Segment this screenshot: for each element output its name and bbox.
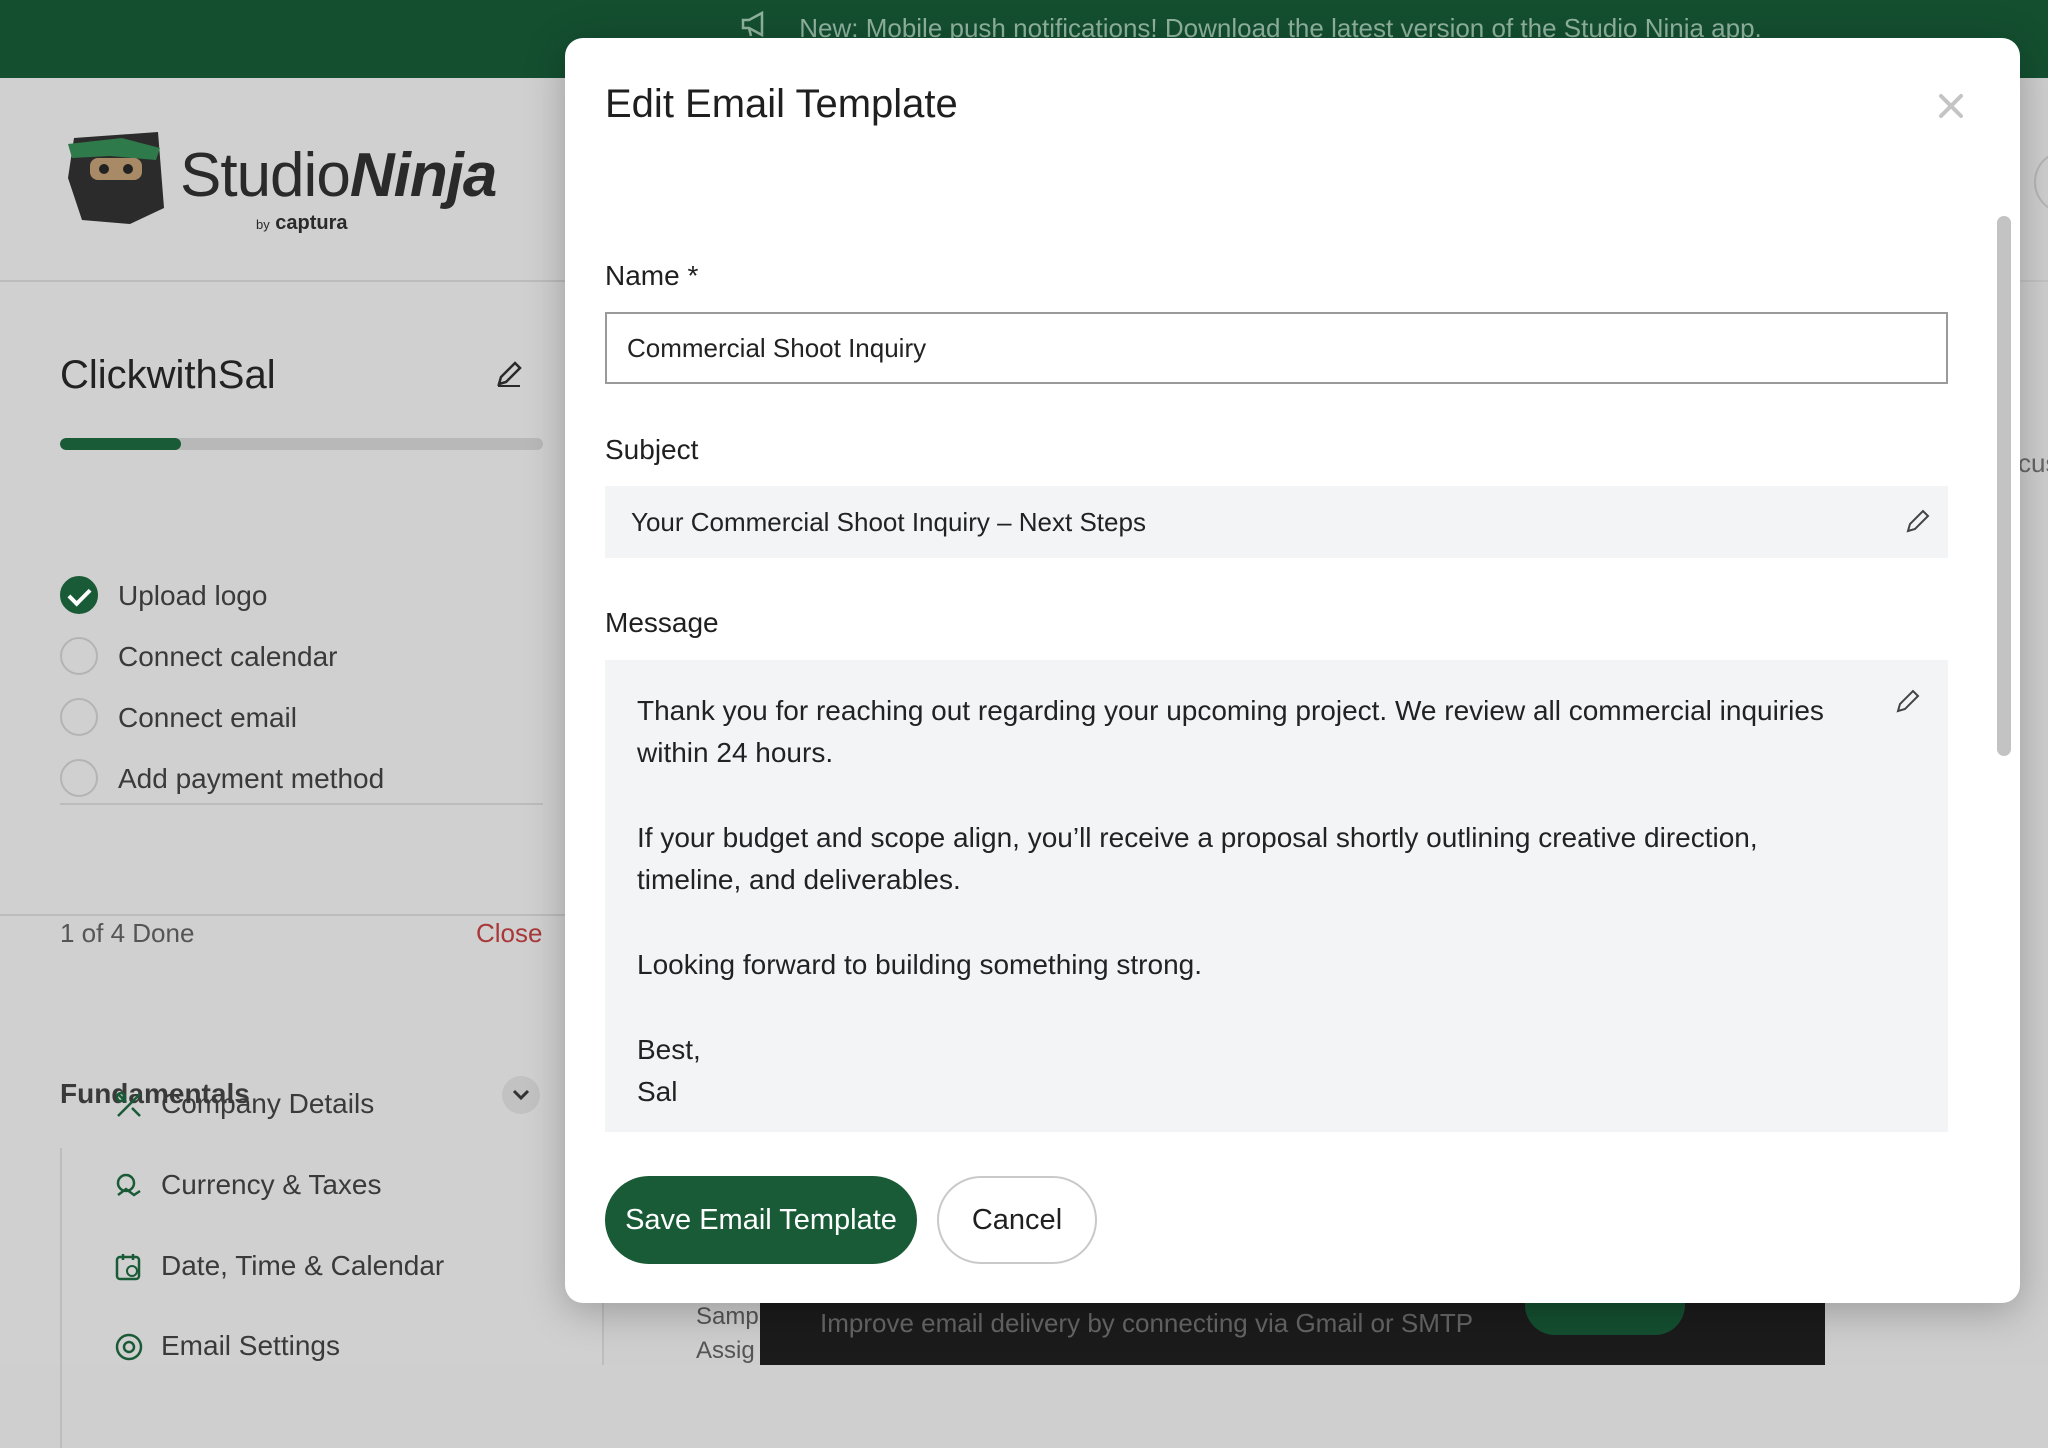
edit-email-template-modal: Edit Email Template Name * Subject Your …: [565, 38, 2020, 1303]
message-signoff: Best,: [637, 1034, 701, 1065]
background-text: cus: [2018, 448, 2048, 478]
checklist-label: Connect calendar: [118, 641, 338, 672]
studio-ninja-logo[interactable]: StudioNinja by captura: [60, 128, 497, 258]
checklist-item-add-payment[interactable]: Add payment method: [60, 759, 384, 820]
tools-icon: [115, 1091, 141, 1117]
subject-value: Your Commercial Shoot Inquiry – Next Ste…: [631, 507, 1146, 537]
save-email-template-button[interactable]: Save Email Template: [605, 1176, 917, 1264]
checklist-label: Upload logo: [118, 580, 268, 611]
checklist-item-connect-calendar[interactable]: Connect calendar: [60, 637, 384, 698]
checklist-label: Add payment method: [118, 763, 385, 794]
message-paragraph: Looking forward to building something st…: [637, 949, 1203, 980]
subject-label: Subject: [605, 434, 699, 465]
cancel-button[interactable]: Cancel: [937, 1176, 1097, 1264]
message-label: Message: [605, 607, 719, 638]
modal-title: Edit Email Template: [605, 82, 958, 126]
pencil-icon[interactable]: [1903, 506, 1933, 536]
currency-icon: [116, 1173, 141, 1197]
divider: [0, 280, 604, 282]
chevron-down-icon[interactable]: [502, 1076, 540, 1114]
close-icon[interactable]: [1929, 84, 1973, 128]
calendar-clock-icon: [115, 1254, 141, 1281]
setup-progress-bar: [60, 438, 543, 450]
message-signature: Sal: [637, 1076, 678, 1107]
scrollbar-thumb[interactable]: [1997, 216, 2011, 756]
checklist-item-upload-logo[interactable]: Upload logo: [60, 576, 384, 637]
at-sign-icon: [115, 1333, 143, 1361]
check-empty-icon: [60, 759, 98, 797]
checklist-label: Connect email: [118, 702, 297, 733]
sidebar: StudioNinja by captura ClickwithSal Uplo…: [0, 78, 604, 1448]
divider: [0, 914, 604, 916]
setup-progress-fill: [60, 438, 181, 450]
message-field[interactable]: Thank you for reaching out regarding you…: [605, 660, 1948, 1132]
banner-text: Improve email delivery by connecting via…: [820, 1308, 1474, 1338]
pencil-icon[interactable]: [1893, 686, 1923, 716]
nav-item-label: Company Details: [161, 1088, 375, 1119]
email-delivery-banner: Improve email delivery by connecting via…: [760, 1303, 1825, 1365]
nav-item-email-settings[interactable]: Email Settings: [114, 1330, 340, 1362]
checklist-item-connect-email[interactable]: Connect email: [60, 698, 384, 759]
check-done-icon: [60, 576, 98, 614]
logo-wordmark: StudioNinja: [180, 141, 497, 210]
nav-item-label: Email Settings: [161, 1330, 340, 1361]
logo-byline: by captura: [256, 212, 348, 234]
nav-item-label: Date, Time & Calendar: [161, 1250, 445, 1281]
modal-body: Name * Subject Your Commercial Shoot Inq…: [565, 210, 1990, 1132]
pencil-icon[interactable]: [493, 358, 525, 390]
connect-button[interactable]: [1525, 1303, 1685, 1335]
background-table-text: Samp Assig: [696, 1303, 759, 1364]
setup-checklist: Upload logo Connect calendar Connect ema…: [60, 576, 384, 820]
ninja-logo-icon: [68, 132, 164, 224]
nav-item-date-time-calendar[interactable]: Date, Time & Calendar: [114, 1250, 444, 1282]
account-name: ClickwithSal: [60, 353, 276, 397]
message-paragraph: Thank you for reaching out regarding you…: [637, 695, 1824, 768]
subject-field[interactable]: Your Commercial Shoot Inquiry – Next Ste…: [605, 486, 1948, 558]
nav-item-currency-taxes[interactable]: Currency & Taxes: [114, 1169, 381, 1201]
divider: [60, 803, 543, 805]
nav-item-label: Currency & Taxes: [161, 1169, 382, 1200]
template-name-input[interactable]: [605, 312, 1948, 384]
message-paragraph: If your budget and scope align, you’ll r…: [637, 822, 1758, 895]
nav-guide-line: [60, 1148, 62, 1448]
close-checklist-link[interactable]: Close: [476, 918, 542, 949]
nav-item-company-details[interactable]: Company Details: [114, 1088, 374, 1120]
check-empty-icon: [60, 637, 98, 675]
check-empty-icon: [60, 698, 98, 736]
name-label: Name *: [605, 260, 699, 291]
done-count: 1 of 4 Done: [60, 918, 195, 948]
